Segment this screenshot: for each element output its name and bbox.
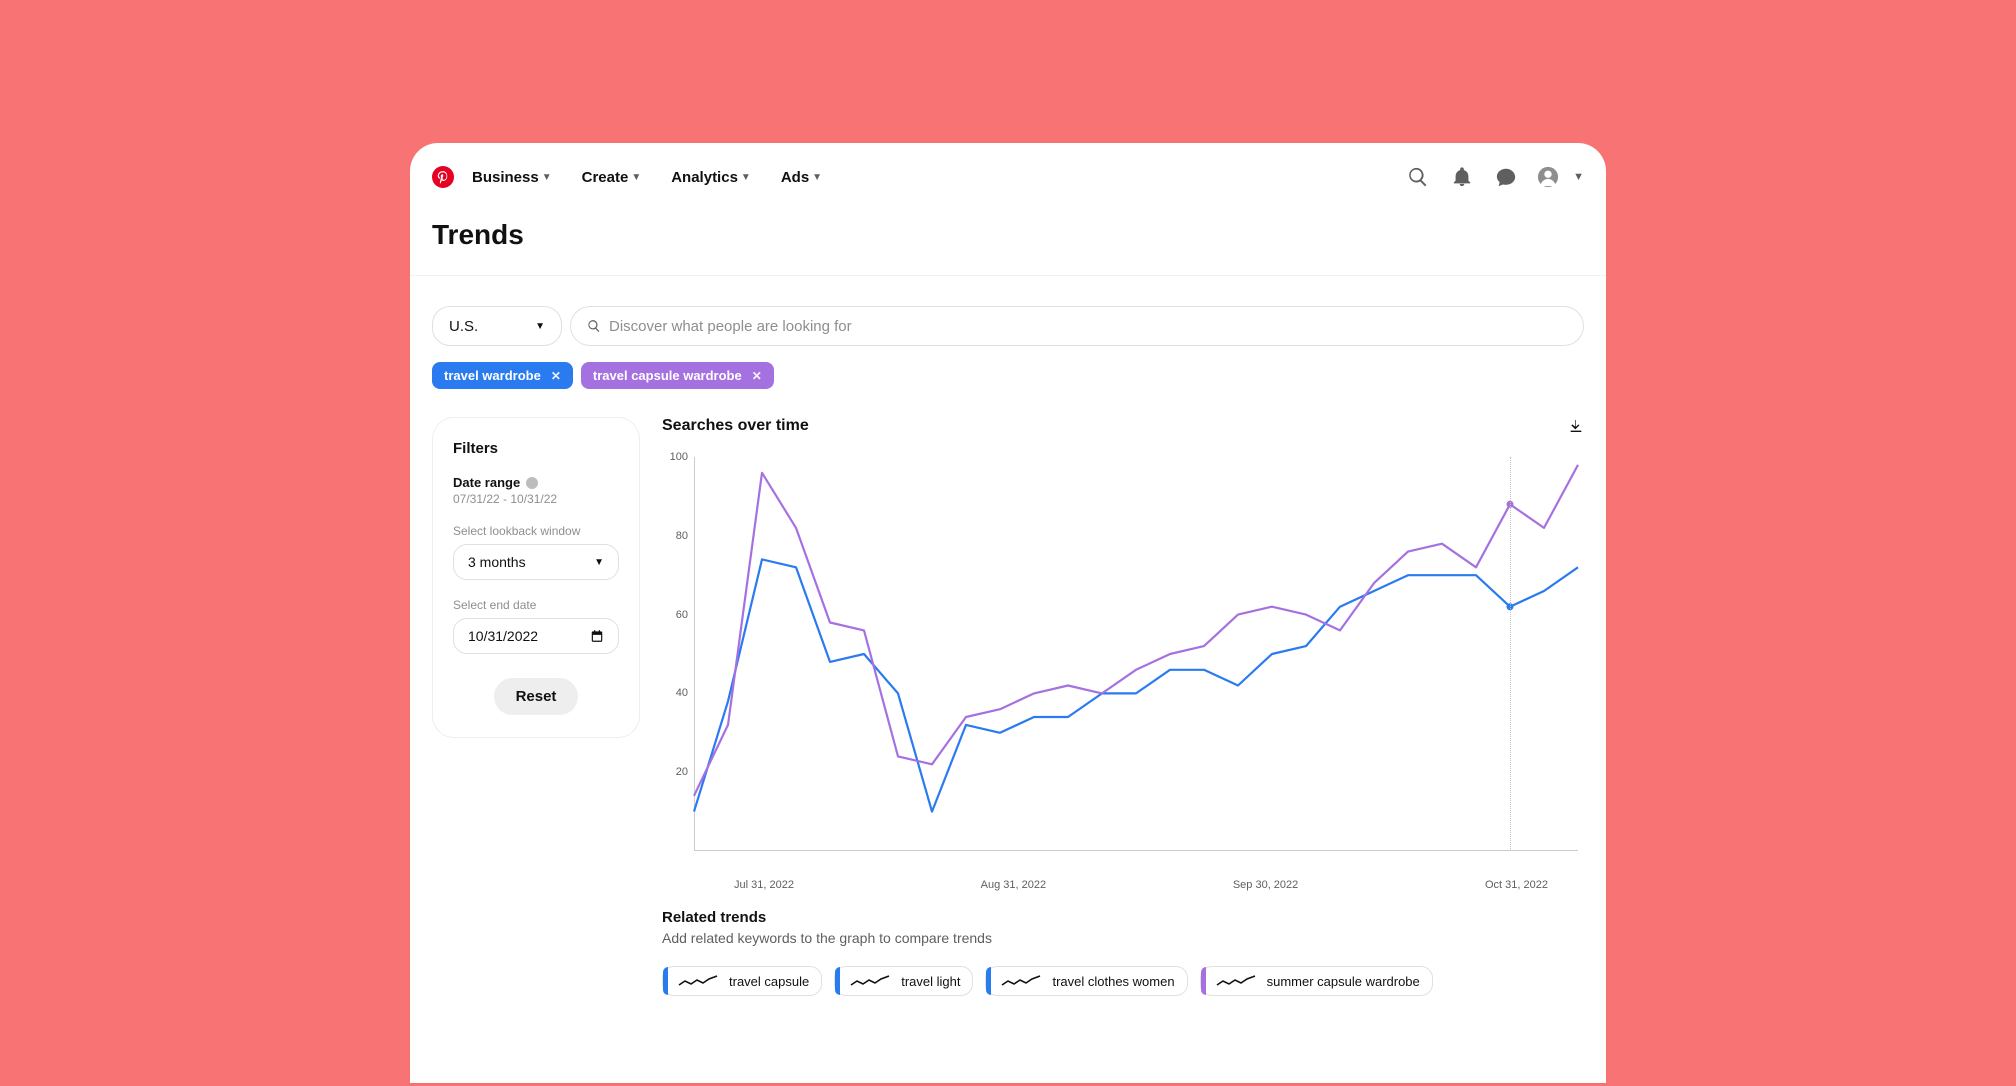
chip-color-bar: [663, 967, 668, 995]
line-series: [694, 465, 1578, 796]
filters-card: Filters Date range 07/31/22 - 10/31/22 S…: [432, 417, 640, 738]
sparkline-icon: [1215, 973, 1259, 989]
related-chip-label: travel clothes women: [1052, 974, 1174, 989]
end-date-label: Select end date: [453, 598, 619, 612]
end-date-input[interactable]: 10/31/2022: [453, 618, 619, 654]
chip-travel-capsule-wardrobe[interactable]: travel capsule wardrobe ✕: [581, 362, 774, 389]
search-input[interactable]: [609, 318, 1567, 335]
bell-icon[interactable]: [1449, 164, 1475, 190]
related-subtitle: Add related keywords to the graph to com…: [662, 930, 1584, 946]
sparkline-icon: [849, 973, 893, 989]
content-row: Filters Date range 07/31/22 - 10/31/22 S…: [410, 409, 1606, 1004]
chip-color-bar: [835, 967, 840, 995]
download-icon[interactable]: [1568, 418, 1584, 434]
y-tick: 100: [670, 451, 688, 463]
filters-title: Filters: [453, 440, 619, 457]
related-chip[interactable]: summer capsule wardrobe: [1200, 966, 1433, 996]
lookback-select[interactable]: 3 months ▼: [453, 544, 619, 580]
search-icon[interactable]: [1405, 164, 1431, 190]
related-title: Related trends: [662, 909, 1584, 926]
active-chips: travel wardrobe ✕ travel capsule wardrob…: [410, 362, 1606, 409]
x-axis-labels: Jul 31, 2022 Aug 31, 2022 Sep 30, 2022 Oct …: [694, 879, 1578, 891]
nav-analytics[interactable]: Analytics ▼: [659, 161, 763, 194]
info-icon[interactable]: [526, 477, 538, 489]
chart-box: 20 40 60 80 100: [662, 451, 1584, 871]
chevron-down-icon: ▼: [542, 172, 552, 183]
chevron-down-icon: ▼: [812, 172, 822, 183]
avatar-icon[interactable]: [1537, 164, 1559, 190]
related-chip-label: summer capsule wardrobe: [1267, 974, 1420, 989]
close-icon[interactable]: ✕: [551, 369, 561, 383]
lookback-label: Select lookback window: [453, 524, 619, 538]
related-chip-label: travel light: [901, 974, 960, 989]
y-axis-labels: 20 40 60 80 100: [662, 451, 688, 851]
chip-color-bar: [986, 967, 991, 995]
sparkline-icon: [1000, 973, 1044, 989]
line-series: [694, 559, 1578, 811]
related-section: Related trends Add related keywords to t…: [662, 909, 1584, 996]
x-tick: Sep 30, 2022: [1233, 879, 1298, 891]
controls-row: U.S. ▼: [410, 276, 1606, 362]
x-tick: Jul 31, 2022: [734, 879, 794, 891]
y-tick: 20: [676, 766, 688, 778]
x-tick: Oct 31, 2022: [1485, 879, 1548, 891]
chart-area: Searches over time 20 40 60 80 100 Jul 31, 2…: [662, 417, 1584, 996]
related-chip[interactable]: travel clothes women: [985, 966, 1187, 996]
nav-label: Ads: [781, 169, 809, 186]
region-select[interactable]: U.S. ▼: [432, 306, 562, 346]
chart-plot: [694, 451, 1578, 851]
nav-create[interactable]: Create ▼: [570, 161, 654, 194]
related-chip-label: travel capsule: [729, 974, 809, 989]
related-chip[interactable]: travel capsule: [662, 966, 822, 996]
y-tick: 80: [676, 530, 688, 542]
chip-color-bar: [1201, 967, 1206, 995]
date-range-value: 07/31/22 - 10/31/22: [453, 492, 619, 506]
sparkline-icon: [677, 973, 721, 989]
y-tick: 40: [676, 687, 688, 699]
close-icon[interactable]: ✕: [752, 369, 762, 383]
page-title: Trends: [410, 211, 1606, 275]
chevron-down-icon: ▼: [631, 172, 641, 183]
nav-label: Business: [472, 169, 539, 186]
nav-business[interactable]: Business ▼: [460, 161, 564, 194]
topbar: Business ▼ Create ▼ Analytics ▼ Ads ▼: [410, 143, 1606, 211]
related-chip[interactable]: travel light: [834, 966, 973, 996]
lookback-value: 3 months: [468, 554, 526, 570]
app-window: Business ▼ Create ▼ Analytics ▼ Ads ▼: [410, 143, 1606, 1083]
related-chips: travel capsule travel light travel clothes…: [662, 966, 1584, 996]
nav-label: Analytics: [671, 169, 738, 186]
chevron-down-icon[interactable]: ▼: [1573, 171, 1584, 183]
chevron-down-icon: ▼: [594, 557, 604, 568]
chevron-down-icon: ▼: [741, 172, 751, 183]
calendar-icon: [590, 629, 604, 643]
chip-travel-wardrobe[interactable]: travel wardrobe ✕: [432, 362, 573, 389]
date-range-label: Date range: [453, 475, 619, 490]
chart-header: Searches over time: [662, 417, 1584, 435]
reset-button[interactable]: Reset: [494, 678, 579, 715]
chevron-down-icon: ▼: [535, 321, 545, 332]
search-icon: [587, 319, 601, 333]
chart-title: Searches over time: [662, 417, 809, 435]
nav-label: Create: [582, 169, 629, 186]
search-field[interactable]: [570, 306, 1584, 346]
pinterest-logo: [432, 166, 454, 188]
x-tick: Aug 31, 2022: [981, 879, 1046, 891]
chat-icon[interactable]: [1493, 164, 1519, 190]
end-date-value: 10/31/2022: [468, 628, 538, 644]
chip-label: travel wardrobe: [444, 368, 541, 383]
region-label: U.S.: [449, 318, 478, 335]
chip-label: travel capsule wardrobe: [593, 368, 742, 383]
nav-ads[interactable]: Ads ▼: [769, 161, 834, 194]
y-tick: 60: [676, 609, 688, 621]
